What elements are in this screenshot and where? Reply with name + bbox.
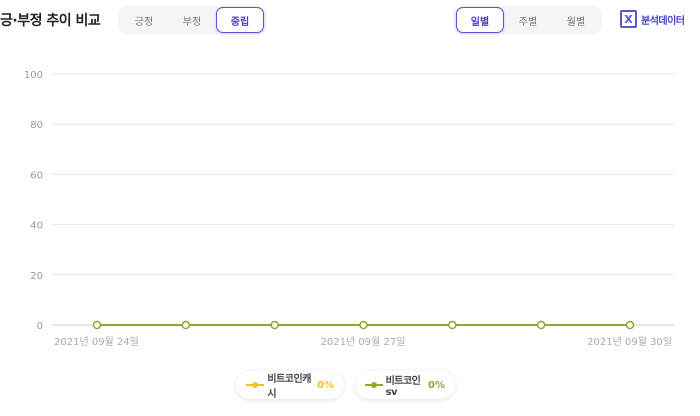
data-point xyxy=(448,320,457,330)
y-tick-label: 0 xyxy=(37,321,43,332)
x-tick-label: 2021년 09월 24일 xyxy=(54,336,139,348)
y-tick-label: 80 xyxy=(30,120,43,131)
legend-percent: 0% xyxy=(428,379,445,391)
data-point xyxy=(92,320,102,330)
line-chart: 0 20 40 60 80 100 2021년 09월 24일 2021년 09월 27일 20… xyxy=(24,70,674,348)
data-point xyxy=(181,320,191,330)
legend-item-bitcoin-sv[interactable]: 비트코인sv 0% xyxy=(355,371,455,399)
legend-marker xyxy=(246,380,264,390)
x-tick-label: 2021년 09월 30일 xyxy=(587,336,672,348)
x-tick-label: 2021년 09월 27일 xyxy=(321,336,406,348)
data-point xyxy=(359,320,368,330)
legend-name: 비트코인sv xyxy=(385,376,421,398)
data-point xyxy=(536,320,546,330)
y-tick-label: 100 xyxy=(24,70,43,81)
y-tick-label: 60 xyxy=(30,170,43,181)
legend-name: 비트코인캐시 xyxy=(267,374,311,400)
data-point xyxy=(270,320,279,330)
y-tick-label: 40 xyxy=(30,221,43,232)
data-point xyxy=(625,320,635,330)
legend-percent: 0% xyxy=(317,379,334,391)
legend-item-bitcoin-cash[interactable]: 비트코인캐시 0% xyxy=(236,371,344,400)
y-tick-label: 20 xyxy=(30,271,43,282)
legend-marker xyxy=(365,380,383,390)
